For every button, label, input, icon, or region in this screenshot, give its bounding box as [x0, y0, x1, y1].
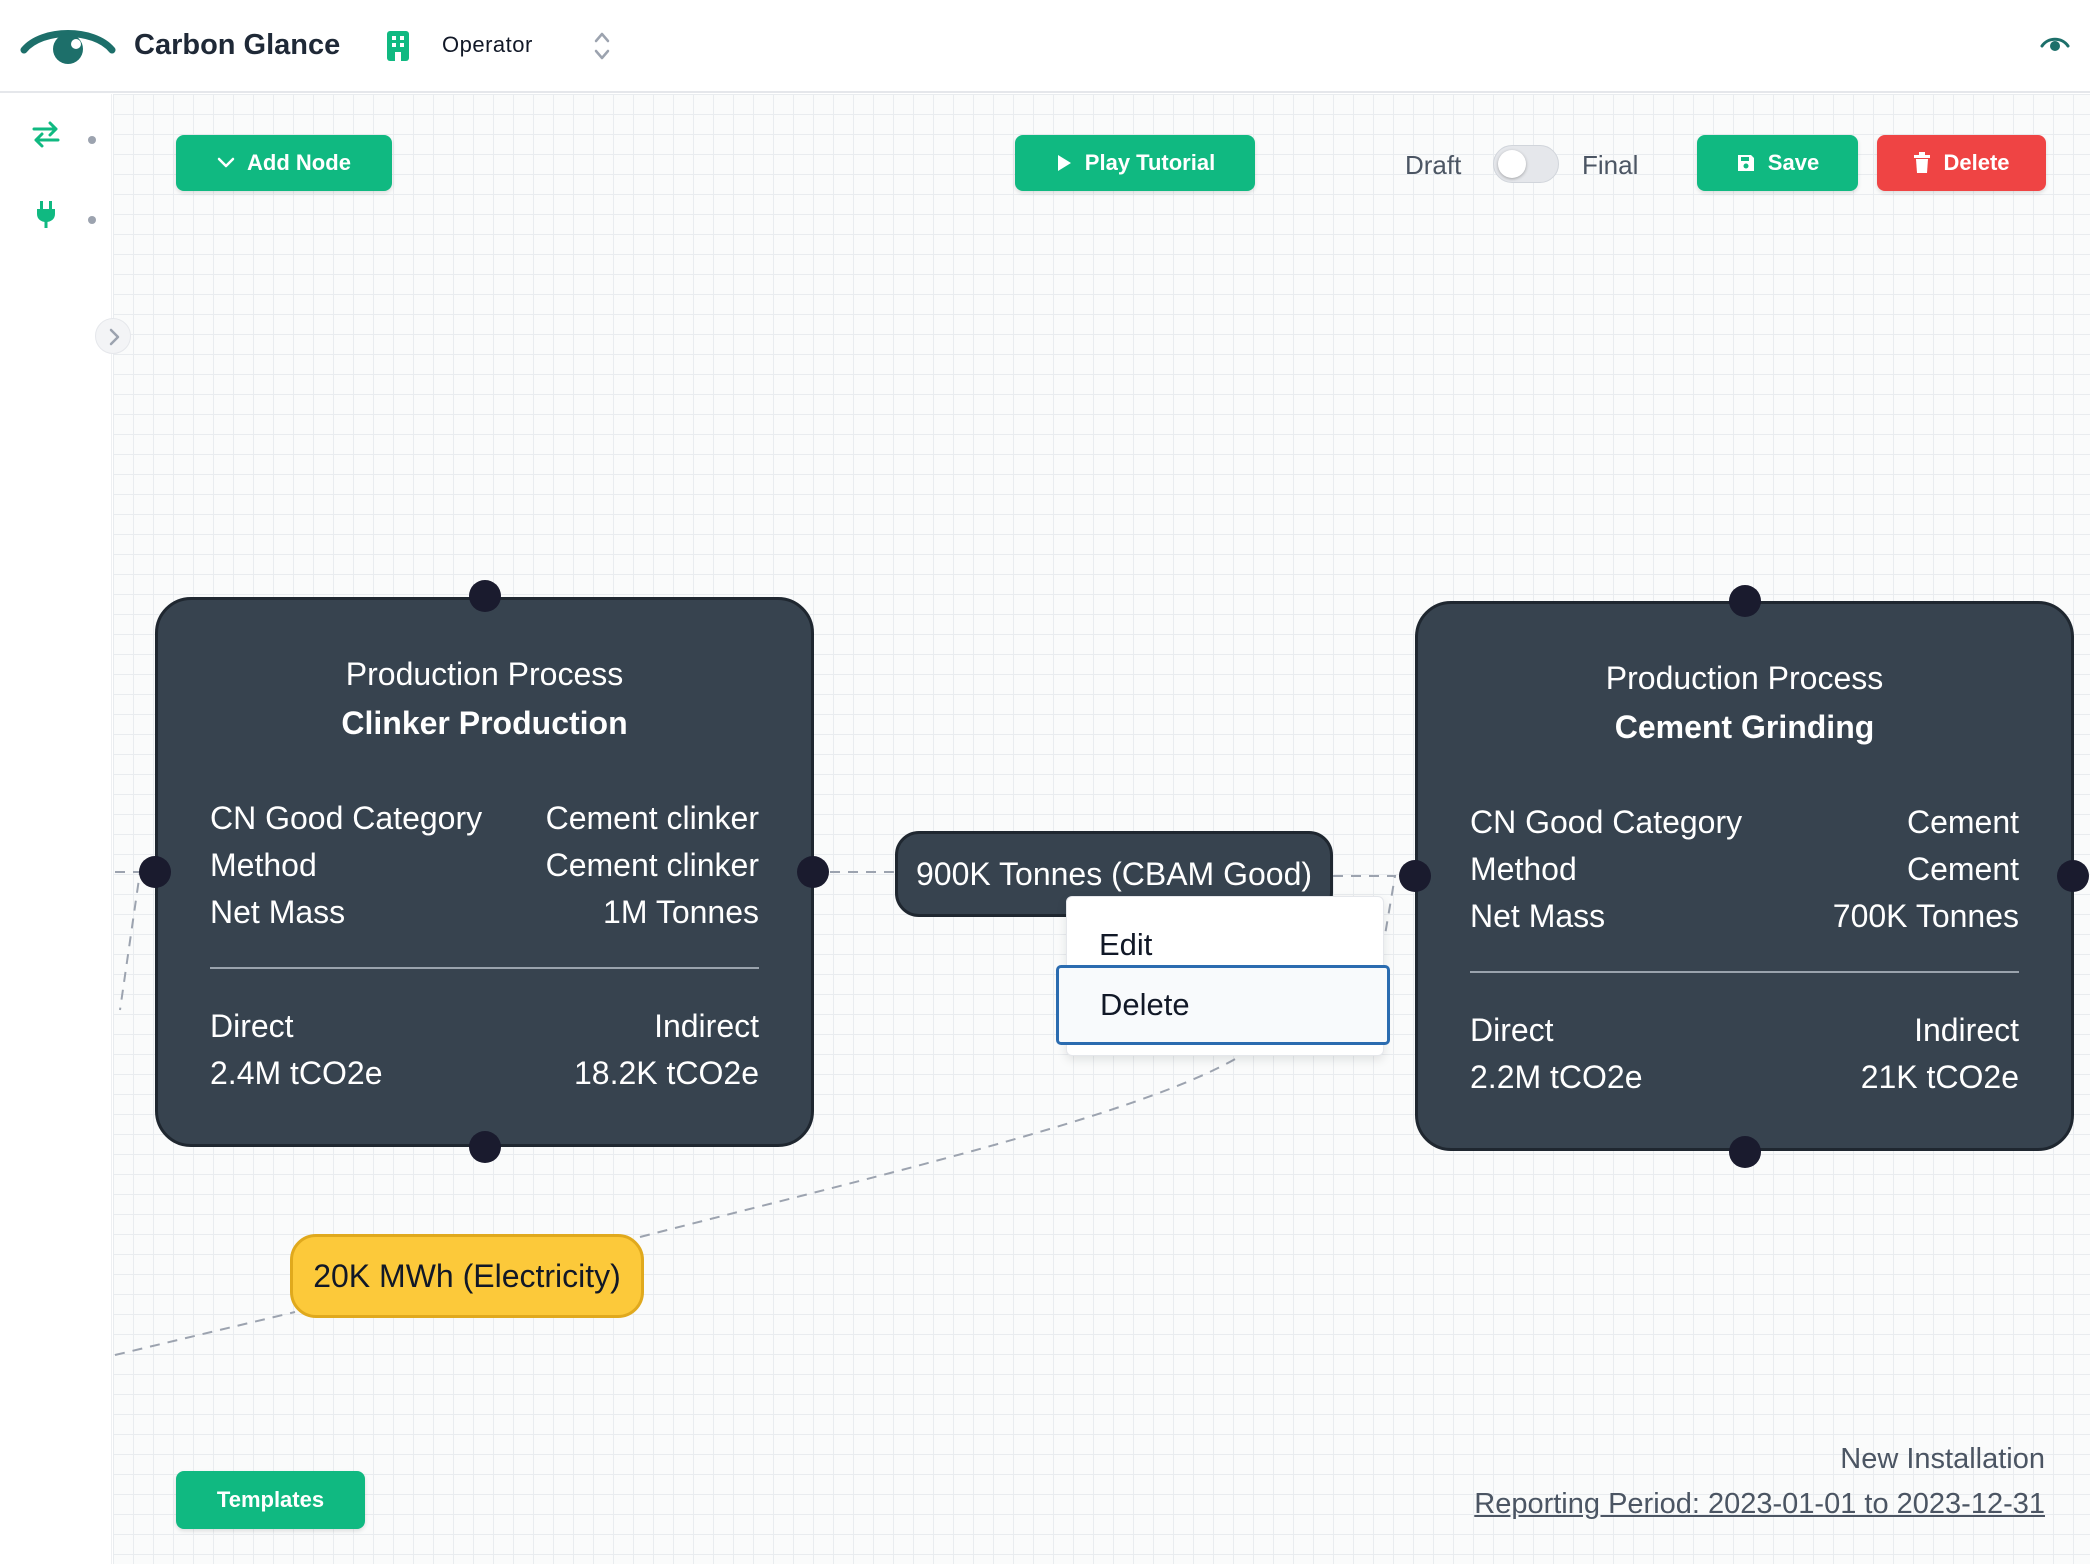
draft-label: Draft	[1405, 150, 1462, 180]
node-handle-bottom[interactable]	[1729, 1136, 1761, 1168]
node-divider	[210, 967, 759, 969]
templates-button[interactable]: Templates	[176, 1471, 365, 1529]
node-divider	[1470, 971, 2019, 973]
node-handle-top[interactable]	[469, 580, 501, 612]
edge-incoming-left	[115, 871, 142, 1011]
edge-electricity-to-cement	[114, 1311, 296, 1356]
method-value: Cement clinker	[545, 847, 759, 883]
node-type: Production Process	[345, 656, 624, 692]
node-handle-top[interactable]	[1729, 585, 1761, 617]
cn-good-category-value: Cement	[1906, 804, 2019, 840]
node-type: Production Process	[1605, 660, 1884, 696]
net-mass-label: Net Mass	[210, 894, 346, 930]
trash-icon	[1914, 152, 1931, 173]
play-tutorial-label: Play Tutorial	[1084, 150, 1216, 175]
net-mass-label: Net Mass	[1470, 898, 1606, 934]
templates-label: Templates	[216, 1487, 325, 1512]
delete-label: Delete	[1943, 150, 2010, 175]
direct-value: 2.2M tCO2e	[1470, 1059, 1643, 1095]
save-icon	[1737, 155, 1754, 171]
context-menu-delete[interactable]: Delete	[1056, 965, 1390, 1045]
cn-good-category-value: Cement clinker	[545, 800, 759, 836]
final-label: Final	[1582, 150, 1639, 180]
process-node-cement-grinding[interactable]: Production Process Cement Grinding CN Go…	[1415, 601, 2074, 1151]
add-node-button[interactable]: Add Node	[176, 135, 392, 191]
edge-label-electricity[interactable]: 20K MWh (Electricity)	[290, 1234, 644, 1318]
direct-label: Direct	[210, 1008, 294, 1044]
play-icon	[1057, 155, 1071, 171]
cn-good-category-label: CN Good Category	[1470, 804, 1743, 840]
add-node-label: Add Node	[247, 150, 351, 175]
node-handle-right[interactable]	[797, 856, 829, 888]
cn-good-category-label: CN Good Category	[210, 800, 483, 836]
node-name: Clinker Production	[341, 705, 628, 741]
process-node-clinker[interactable]: Production Process Clinker Production CN…	[155, 597, 814, 1147]
indirect-label: Indirect	[1914, 1012, 2019, 1048]
method-label: Method	[1470, 851, 1577, 887]
save-label: Save	[1767, 150, 1820, 175]
method-value: Cement	[1906, 851, 2019, 887]
delete-button[interactable]: Delete	[1877, 135, 2046, 191]
node-name: Cement Grinding	[1614, 709, 1875, 745]
installation-name: New Installation	[1840, 1443, 2045, 1475]
reporting-period-link[interactable]: Reporting Period: 2023-01-01 to 2023-12-…	[1474, 1488, 2045, 1521]
indirect-value: 21K tCO2e	[1860, 1059, 2019, 1095]
node-handle-right[interactable]	[2057, 860, 2089, 892]
indirect-label: Indirect	[654, 1008, 759, 1044]
play-tutorial-button[interactable]: Play Tutorial	[1015, 135, 1255, 191]
method-label: Method	[210, 847, 317, 883]
direct-value: 2.4M tCO2e	[210, 1055, 383, 1091]
direct-label: Direct	[1470, 1012, 1554, 1048]
node-handle-left[interactable]	[1399, 860, 1431, 892]
chevron-down-icon	[217, 157, 235, 168]
net-mass-value: 1M Tonnes	[603, 894, 759, 930]
indirect-value: 18.2K tCO2e	[574, 1055, 759, 1091]
save-button[interactable]: Save	[1697, 135, 1858, 191]
draft-final-toggle[interactable]	[1493, 145, 1559, 183]
net-mass-value: 700K Tonnes	[1832, 898, 2019, 934]
node-handle-left[interactable]	[139, 856, 171, 888]
edge-context-menu: Edit Delete	[1056, 896, 1390, 1056]
context-menu-edit[interactable]: Edit	[1067, 927, 1383, 963]
node-handle-bottom[interactable]	[469, 1131, 501, 1163]
toggle-knob	[1498, 150, 1526, 178]
